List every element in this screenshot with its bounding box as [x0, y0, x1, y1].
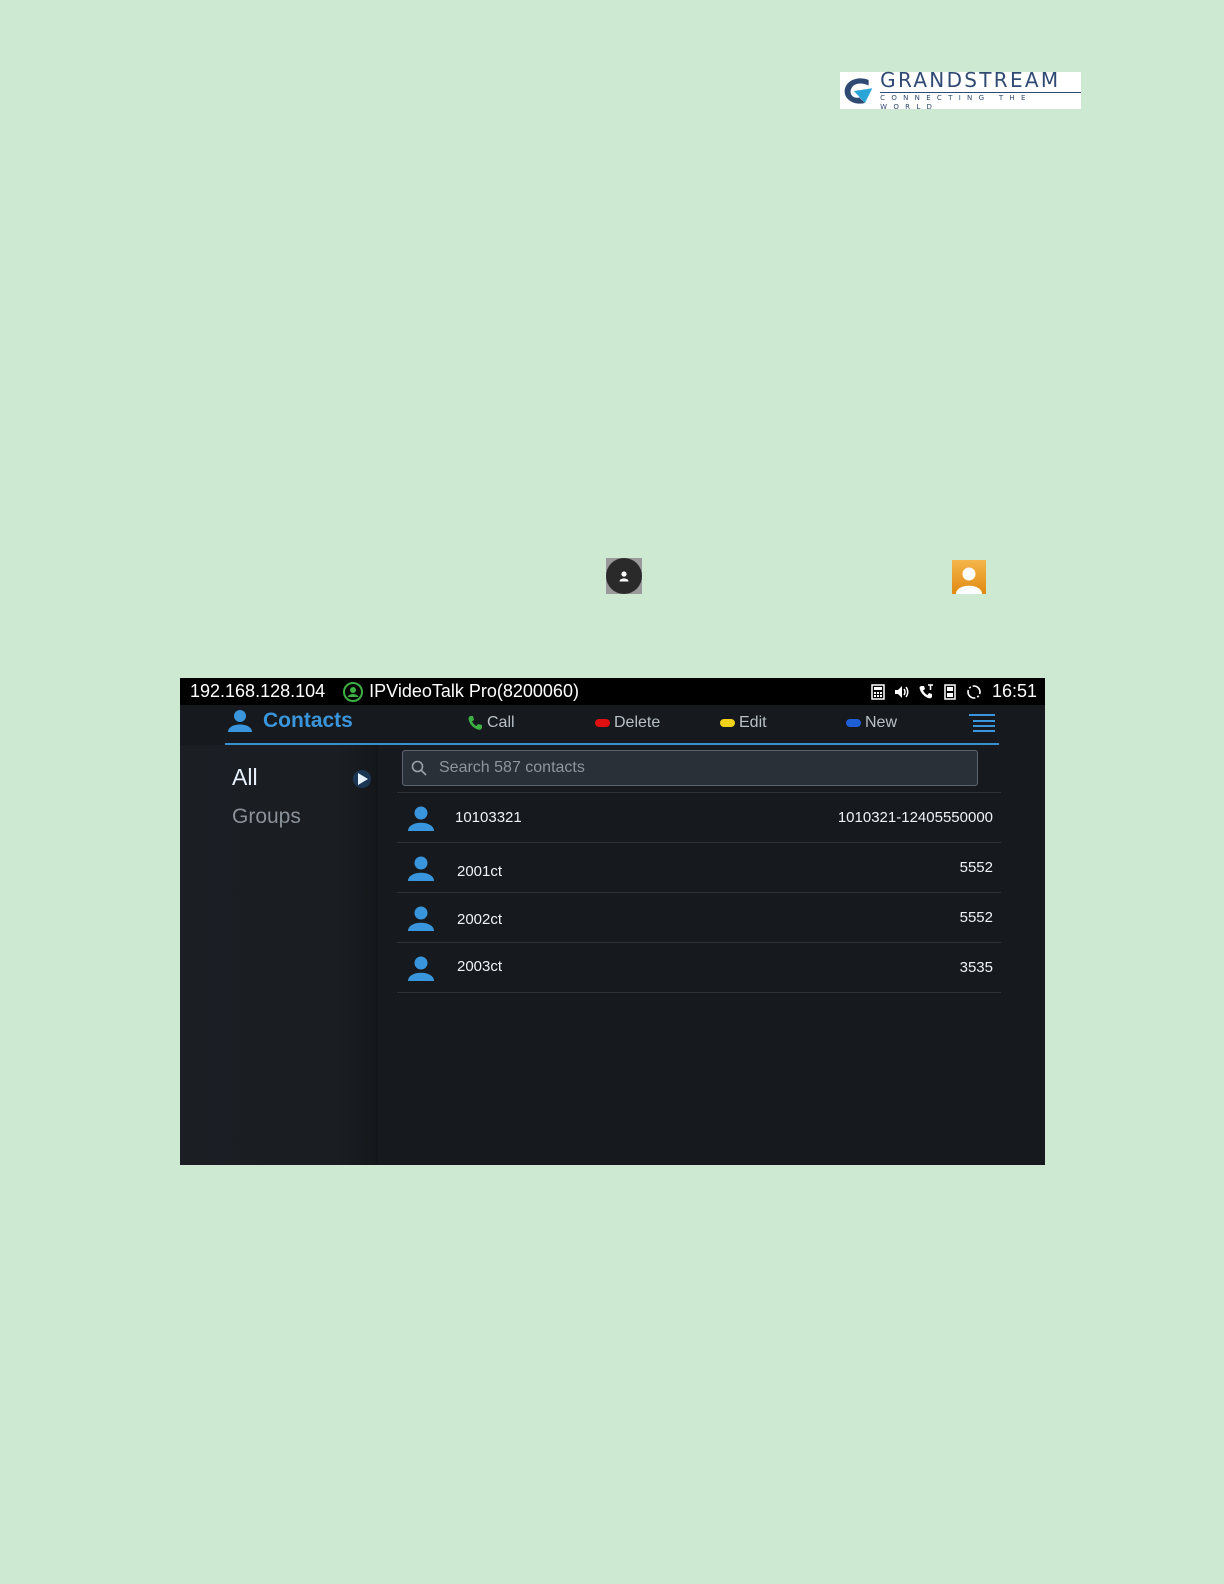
sidebar: All Groups: [180, 745, 378, 1165]
new-softkey[interactable]: New: [846, 714, 897, 732]
clock: 16:51: [991, 681, 1037, 701]
sidebar-item-all[interactable]: All: [232, 764, 258, 791]
speaker-icon: [894, 685, 909, 698]
contact-name: 2001ct: [457, 863, 503, 880]
device-screen: 192.168.128.104 IPVideoTalk Pro(8200060): [180, 678, 1045, 1165]
contact-row[interactable]: 2003ct 3535: [397, 942, 1001, 993]
contacts-header: Contacts Call Delete Edit New: [225, 705, 999, 745]
phone-icon: [468, 716, 482, 730]
contact-row[interactable]: 2001ct 5552: [397, 842, 1001, 892]
account-name: IPVideoTalk Pro(8200060): [369, 681, 579, 701]
menu-icon[interactable]: [969, 712, 995, 734]
person-icon: [956, 567, 982, 594]
contact-number: 5552: [959, 909, 993, 926]
keypad-icon: [871, 683, 885, 700]
search-bar[interactable]: [402, 750, 978, 786]
call-softkey[interactable]: Call: [467, 714, 515, 732]
contacts-app-icon-dark: [606, 558, 642, 594]
contact-avatar-icon: [408, 856, 434, 881]
sidebar-item-groups[interactable]: Groups: [232, 805, 301, 829]
grandstream-logo: GRANDSTREAM CONNECTING THE WORLD: [840, 67, 1081, 112]
sd-card-icon: [944, 683, 956, 700]
page-title: Contacts: [263, 709, 353, 732]
contact-avatar-icon: [408, 806, 434, 831]
status-bar: 192.168.128.104 IPVideoTalk Pro(8200060): [180, 678, 1045, 705]
red-key-icon: [595, 719, 610, 727]
account-status-icon: [343, 681, 364, 702]
play-arrow-icon: [353, 770, 371, 788]
delete-softkey[interactable]: Delete: [595, 714, 660, 732]
contact-number: 5552: [959, 859, 993, 876]
contacts-app-icon-orange: [952, 560, 986, 594]
contact-avatar-icon: [408, 956, 434, 981]
logo-tagline: CONNECTING THE WORLD: [880, 91, 1081, 112]
contact-avatar-icon: [408, 906, 434, 931]
edit-softkey[interactable]: Edit: [720, 714, 767, 732]
ip-address: 192.168.128.104: [190, 681, 326, 701]
contact-row[interactable]: 2002ct 5552: [397, 892, 1001, 942]
person-icon: [619, 571, 629, 582]
contact-row[interactable]: 10103321 1010321-12405550000: [397, 792, 1001, 842]
call-label: Call: [487, 714, 515, 731]
edit-label: Edit: [739, 714, 767, 731]
grandstream-logo-icon: [844, 77, 873, 104]
sync-icon: [967, 684, 981, 699]
contacts-person-icon: [228, 710, 252, 732]
search-icon: [411, 760, 427, 776]
blue-key-icon: [846, 719, 861, 727]
contact-list: 10103321 1010321-12405550000 2001ct 5552…: [397, 792, 1001, 993]
contact-name: 2002ct: [457, 911, 503, 928]
contact-number: 1010321-12405550000: [837, 809, 993, 826]
contact-name: 10103321: [455, 809, 522, 826]
contact-name: 2003ct: [457, 958, 503, 975]
new-label: New: [865, 714, 898, 731]
contact-number: 3535: [959, 959, 993, 976]
yellow-key-icon: [720, 719, 735, 727]
logo-brand-text: GRANDSTREAM: [880, 67, 1061, 92]
call-forward-icon: [919, 683, 933, 698]
delete-label: Delete: [614, 714, 661, 731]
search-input[interactable]: [437, 758, 961, 778]
